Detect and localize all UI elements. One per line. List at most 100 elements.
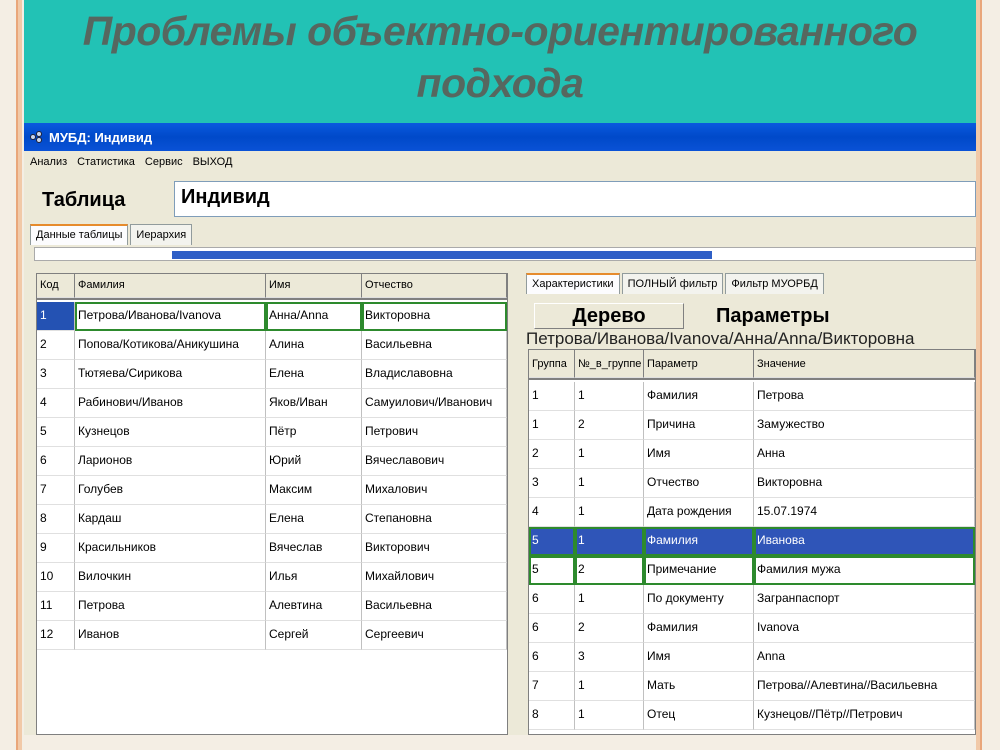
tab-table-data[interactable]: Данные таблицы <box>30 224 129 245</box>
cell-patronymic[interactable]: Вячеславович <box>362 447 507 476</box>
table-row[interactable]: 1 2 Причина Замужество <box>529 411 975 440</box>
cell-number-in-group[interactable]: 1 <box>575 701 644 730</box>
table-row[interactable]: 6 1 По документу Загранпаспорт <box>529 585 975 614</box>
cell-patronymic[interactable]: Васильевна <box>362 331 507 360</box>
tab-muorbd-filter[interactable]: Фильтр МУОРБД <box>725 273 824 294</box>
cell-code[interactable]: 4 <box>37 389 75 418</box>
cell-surname[interactable]: Вилочкин <box>75 563 266 592</box>
cell-number-in-group[interactable]: 1 <box>575 672 644 701</box>
cell-code[interactable]: 10 <box>37 563 75 592</box>
table-row[interactable]: 5 2 Примечание Фамилия мужа <box>529 556 975 585</box>
cell-group[interactable]: 1 <box>529 411 575 440</box>
cell-value[interactable]: Загранпаспорт <box>754 585 975 614</box>
cell-surname[interactable]: Рабинович/Иванов <box>75 389 266 418</box>
cell-group[interactable]: 1 <box>529 382 575 411</box>
table-row[interactable]: 5 Кузнецов Пётр Петрович <box>37 418 507 447</box>
cell-number-in-group[interactable]: 1 <box>575 382 644 411</box>
cell-name[interactable]: Алина <box>266 331 362 360</box>
cell-value[interactable]: Анна <box>754 440 975 469</box>
cell-name[interactable]: Алевтина <box>266 592 362 621</box>
cell-surname[interactable]: Попова/Котикова/Аникушина <box>75 331 266 360</box>
column-header-parameter[interactable]: Параметр <box>644 350 754 378</box>
cell-patronymic[interactable]: Степановна <box>362 505 507 534</box>
cell-value[interactable]: Замужество <box>754 411 975 440</box>
column-header-group[interactable]: Группа <box>529 350 575 378</box>
table-row[interactable]: 10 Вилочкин Илья Михайлович <box>37 563 507 592</box>
cell-group[interactable]: 7 <box>529 672 575 701</box>
cell-parameter[interactable]: Имя <box>644 440 754 469</box>
cell-group[interactable]: 3 <box>529 469 575 498</box>
table-row[interactable]: 6 Ларионов Юрий Вячеславович <box>37 447 507 476</box>
cell-value[interactable]: Ivanova <box>754 614 975 643</box>
column-header-value[interactable]: Значение <box>754 350 975 378</box>
cell-patronymic[interactable]: Владиславовна <box>362 360 507 389</box>
cell-parameter[interactable]: Фамилия <box>644 614 754 643</box>
column-header-number-in-group[interactable]: №_в_группе <box>575 350 644 378</box>
column-header-surname[interactable]: Фамилия <box>75 274 266 298</box>
table-row[interactable]: 11 Петрова Алевтина Васильевна <box>37 592 507 621</box>
cell-name[interactable]: Максим <box>266 476 362 505</box>
table-row[interactable]: 1 1 Фамилия Петрова <box>529 382 975 411</box>
cell-number-in-group[interactable]: 1 <box>575 440 644 469</box>
cell-name[interactable]: Елена <box>266 360 362 389</box>
table-row[interactable]: 3 Тютяева/Сирикова Елена Владиславовна <box>37 360 507 389</box>
table-row[interactable]: 4 Рабинович/Иванов Яков/Иван Самуилович/Ива… <box>37 389 507 418</box>
cell-patronymic[interactable]: Михайлович <box>362 563 507 592</box>
cell-patronymic[interactable]: Васильевна <box>362 592 507 621</box>
cell-number-in-group[interactable]: 1 <box>575 469 644 498</box>
cell-group[interactable]: 5 <box>529 556 575 585</box>
cell-value[interactable]: Викторовна <box>754 469 975 498</box>
table-row[interactable]: 9 Красильников Вячеслав Викторович <box>37 534 507 563</box>
cell-surname[interactable]: Иванов <box>75 621 266 650</box>
menu-item-service[interactable]: Сервис <box>145 156 183 168</box>
cell-name[interactable]: Пётр <box>266 418 362 447</box>
cell-code[interactable]: 2 <box>37 331 75 360</box>
cell-number-in-group[interactable]: 2 <box>575 411 644 440</box>
cell-group[interactable]: 8 <box>529 701 575 730</box>
table-row[interactable]: 6 2 Фамилия Ivanova <box>529 614 975 643</box>
cell-value[interactable]: Фамилия мужа <box>754 556 975 585</box>
column-header-code[interactable]: Код <box>37 274 75 298</box>
cell-code[interactable]: 1 <box>37 302 75 331</box>
cell-surname[interactable]: Петрова <box>75 592 266 621</box>
cell-patronymic[interactable]: Сергеевич <box>362 621 507 650</box>
cell-surname[interactable]: Петрова/Иванова/Ivanova <box>75 302 266 331</box>
cell-parameter[interactable]: Фамилия <box>644 382 754 411</box>
cell-number-in-group[interactable]: 1 <box>575 585 644 614</box>
table-row[interactable]: 3 1 Отчество Викторовна <box>529 469 975 498</box>
cell-group[interactable]: 5 <box>529 527 575 556</box>
column-header-name[interactable]: Имя <box>266 274 362 298</box>
cell-value[interactable]: Кузнецов//Пётр//Петрович <box>754 701 975 730</box>
cell-group[interactable]: 6 <box>529 585 575 614</box>
cell-code[interactable]: 11 <box>37 592 75 621</box>
table-name-field[interactable]: Индивид <box>174 181 976 217</box>
cell-patronymic[interactable]: Михалович <box>362 476 507 505</box>
cell-name[interactable]: Яков/Иван <box>266 389 362 418</box>
cell-parameter[interactable]: Отец <box>644 701 754 730</box>
cell-parameter[interactable]: Примечание <box>644 556 754 585</box>
table-row[interactable]: 8 1 Отец Кузнецов//Пётр//Петрович <box>529 701 975 730</box>
cell-surname[interactable]: Ларионов <box>75 447 266 476</box>
cell-surname[interactable]: Тютяева/Сирикова <box>75 360 266 389</box>
cell-code[interactable]: 5 <box>37 418 75 447</box>
table-row[interactable]: 7 1 Мать Петрова//Алевтина//Васильевна <box>529 672 975 701</box>
cell-code[interactable]: 12 <box>37 621 75 650</box>
table-row[interactable]: 1 Петрова/Иванова/Ivanova Анна/Anna Викторо… <box>37 302 507 331</box>
table-row[interactable]: 7 Голубев Максим Михалович <box>37 476 507 505</box>
cell-value[interactable]: Anna <box>754 643 975 672</box>
table-row[interactable]: 2 Попова/Котикова/Аникушина Алина Васильевн… <box>37 331 507 360</box>
cell-group[interactable]: 6 <box>529 614 575 643</box>
cell-parameter[interactable]: Мать <box>644 672 754 701</box>
table-row[interactable]: 8 Кардаш Елена Степановна <box>37 505 507 534</box>
cell-code[interactable]: 3 <box>37 360 75 389</box>
cell-patronymic[interactable]: Викторовна <box>362 302 507 331</box>
cell-code[interactable]: 9 <box>37 534 75 563</box>
table-row[interactable]: 6 3 Имя Anna <box>529 643 975 672</box>
cell-number-in-group[interactable]: 2 <box>575 556 644 585</box>
cell-value[interactable]: Петрова <box>754 382 975 411</box>
cell-surname[interactable]: Кузнецов <box>75 418 266 447</box>
cell-group[interactable]: 4 <box>529 498 575 527</box>
cell-patronymic[interactable]: Викторович <box>362 534 507 563</box>
tree-button[interactable]: Дерево <box>534 303 684 329</box>
tab-hierarchy[interactable]: Иерархия <box>130 224 193 245</box>
